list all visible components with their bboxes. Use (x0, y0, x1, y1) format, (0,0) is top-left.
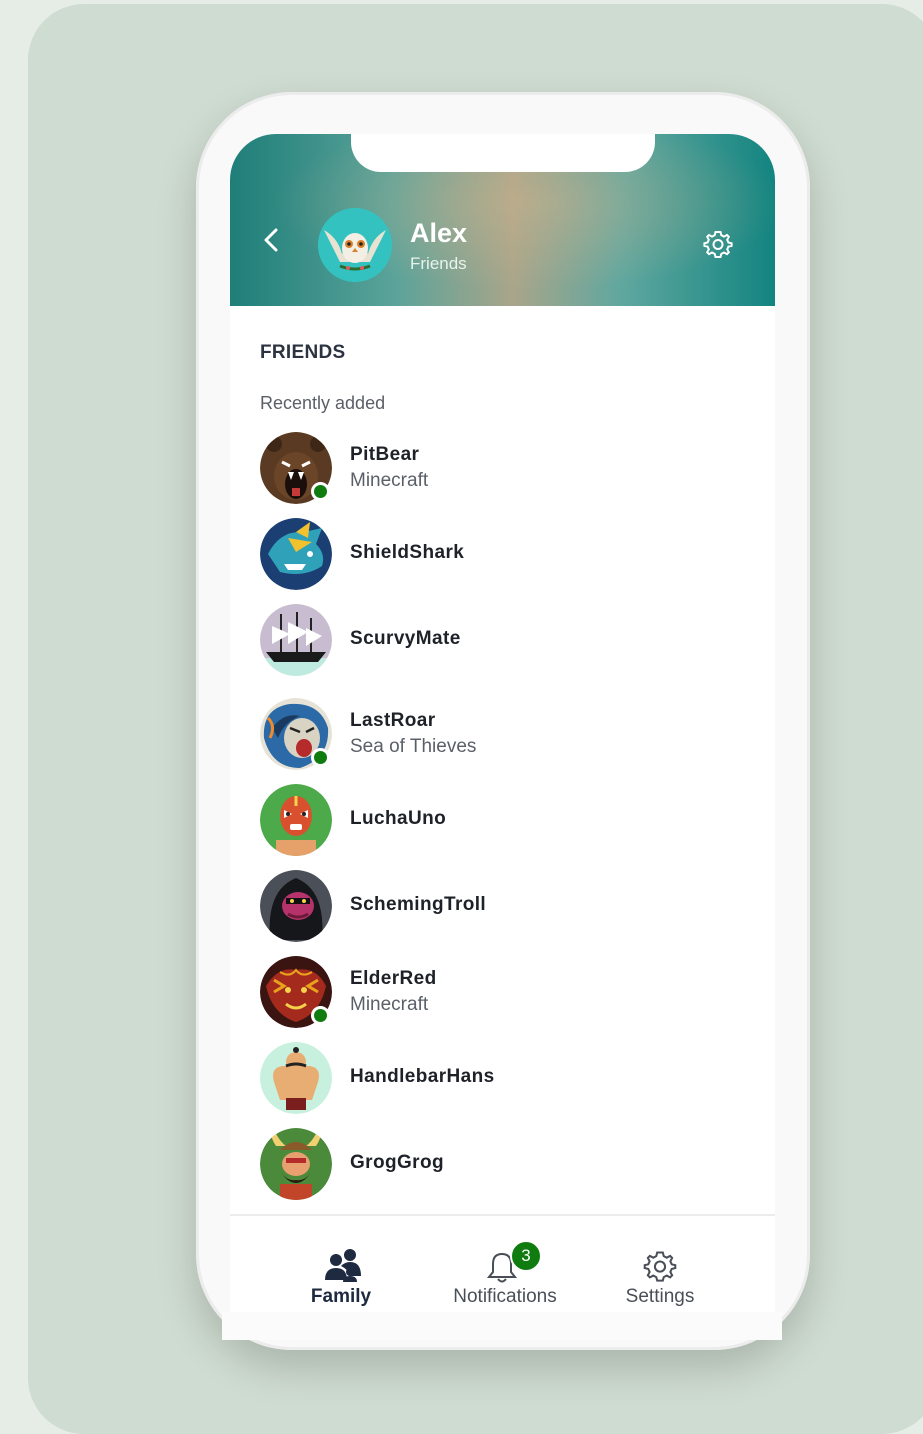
gear-icon (643, 1251, 677, 1282)
friend-game: Minecraft (350, 470, 429, 491)
ship-avatar (260, 604, 332, 676)
family-icon (325, 1249, 361, 1282)
wrestler-avatar (260, 784, 332, 856)
friend-game: Minecraft (350, 994, 429, 1015)
tab-label: Family (310, 1286, 372, 1307)
tab-family[interactable]: Family (266, 1216, 416, 1312)
strongman-avatar (260, 1042, 332, 1114)
owl-avatar[interactable] (318, 208, 392, 282)
friend-item[interactable]: SchemingTroll (260, 870, 730, 944)
header-settings-button[interactable] (702, 228, 734, 260)
tab-label: Notifications (453, 1286, 557, 1307)
tab-settings[interactable]: Settings (585, 1216, 735, 1312)
phone-bottom-edge (222, 1312, 782, 1340)
recently-added-label: Recently added (260, 393, 386, 413)
app-screen: Alex Friends FRIENDS Recently added PitB… (230, 134, 775, 1312)
friend-item[interactable]: PitBear Minecraft (260, 432, 730, 506)
friend-item[interactable]: LuchaUno (260, 784, 730, 858)
friend-name: ElderRed (350, 968, 437, 989)
troll-avatar (260, 870, 332, 942)
friend-name: PitBear (350, 444, 420, 465)
profile-subtitle: Friends (410, 254, 467, 273)
friend-name: LuchaUno (350, 808, 447, 829)
chevron-left-icon (264, 228, 278, 252)
friend-item[interactable]: ElderRed Minecraft (260, 956, 730, 1030)
section-title: FRIENDS (260, 342, 346, 363)
friend-item[interactable]: HandlebarHans (260, 1042, 730, 1116)
tab-label: Settings (625, 1286, 695, 1307)
friend-name: ShieldShark (350, 542, 465, 563)
friend-name: LastRoar (350, 710, 436, 731)
friend-item[interactable]: ShieldShark (260, 518, 730, 592)
friend-name: ScurvyMate (350, 628, 461, 649)
profile-name: Alex (410, 218, 468, 248)
friend-game: Sea of Thieves (350, 736, 477, 757)
online-indicator (311, 748, 330, 767)
friend-item[interactable]: ScurvyMate (260, 604, 730, 678)
friend-item[interactable]: LastRoar Sea of Thieves (260, 698, 730, 772)
tab-notifications[interactable]: 3 Notifications (430, 1216, 580, 1312)
friend-name: HandlebarHans (350, 1066, 495, 1087)
friend-name: GrogGrog (350, 1152, 444, 1173)
friend-item[interactable]: GrogGrog (260, 1128, 730, 1202)
notification-count-badge: 3 (510, 1240, 542, 1272)
gear-icon (703, 231, 733, 258)
viking-avatar (260, 1128, 332, 1200)
back-button[interactable] (258, 226, 286, 254)
online-indicator (311, 1006, 330, 1025)
online-indicator (311, 482, 330, 501)
shark-avatar (260, 518, 332, 590)
phone-notch (351, 134, 655, 172)
friend-name: SchemingTroll (350, 894, 487, 915)
bottom-tab-bar: Family 3 Notifications Settings (230, 1214, 775, 1312)
